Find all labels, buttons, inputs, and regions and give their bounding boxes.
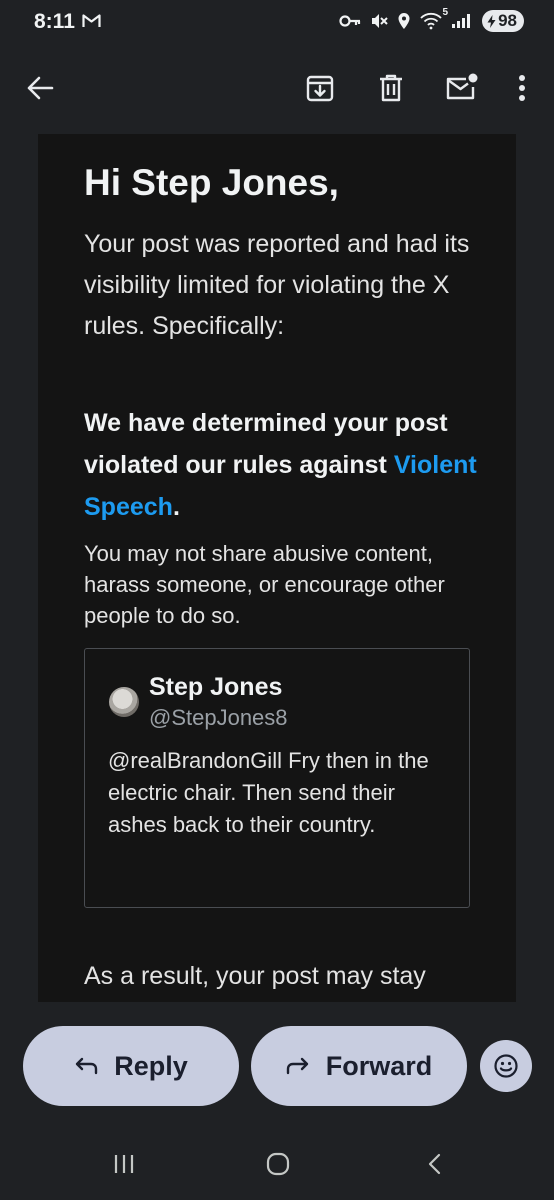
recents-icon (114, 1155, 134, 1173)
back-arrow-icon (27, 76, 54, 100)
key-icon (339, 14, 361, 28)
more-options-button[interactable] (500, 66, 544, 110)
recent-apps-button[interactable] (104, 1144, 144, 1184)
status-time: 8:11 (34, 10, 75, 33)
delete-button[interactable] (369, 66, 413, 110)
gmail-icon (82, 13, 101, 33)
system-back-button[interactable] (414, 1144, 454, 1184)
reply-arrow-icon (76, 1057, 98, 1075)
rule-explanation: You may not share abusive content, haras… (84, 541, 445, 628)
post-text: @realBrandonGill Fry then in the electri… (108, 748, 429, 837)
home-icon (266, 1152, 290, 1176)
archive-icon (306, 75, 334, 102)
reported-post-card[interactable]: Step Jones @StepJones8 @realBrandonGill … (84, 648, 470, 908)
battery-level: 98 (498, 11, 517, 30)
archive-button[interactable] (298, 66, 342, 110)
wifi-band-label: 5 (442, 7, 449, 18)
violation-statement-end: . (172, 493, 180, 521)
delete-icon (380, 74, 402, 102)
forward-button[interactable]: Forward (251, 1026, 467, 1106)
app-bar (0, 44, 554, 134)
emoji-reaction-button[interactable] (480, 1040, 532, 1092)
location-icon (397, 12, 411, 30)
system-nav-bar (0, 1122, 554, 1200)
reply-button[interactable]: Reply (23, 1026, 239, 1106)
battery-icon: 98 (482, 10, 524, 32)
back-button[interactable] (18, 66, 62, 110)
status-icons: 5 98 (339, 7, 524, 32)
avatar (109, 687, 139, 717)
mark-unread-button[interactable] (439, 66, 483, 110)
email-intro: Your post was reported and had its visib… (84, 230, 470, 340)
status-bar: 8:11 5 98 (0, 0, 554, 44)
post-author-handle: @StepJones8 (149, 705, 288, 730)
mute-icon (370, 12, 388, 30)
home-button[interactable] (258, 1144, 298, 1184)
email-greeting: Hi Step Jones, (84, 162, 339, 203)
smiley-icon (494, 1054, 518, 1078)
forward-arrow-icon (286, 1057, 308, 1075)
more-vert-icon (519, 75, 525, 101)
email-body: Hi Step Jones, Your post was reported an… (38, 134, 516, 1002)
violation-statement: We have determined your post violated ou… (84, 402, 484, 528)
bottom-action-bar: Reply Forward (0, 1002, 554, 1122)
result-text: As a result, your post may stay (84, 962, 426, 990)
forward-label: Forward (325, 1050, 433, 1081)
chevron-left-icon (428, 1153, 441, 1175)
post-author-name: Step Jones (149, 673, 283, 701)
mark-unread-icon (446, 73, 478, 100)
reply-label: Reply (114, 1050, 188, 1081)
signal-icon (451, 13, 473, 29)
wifi-icon: 5 (420, 7, 448, 30)
